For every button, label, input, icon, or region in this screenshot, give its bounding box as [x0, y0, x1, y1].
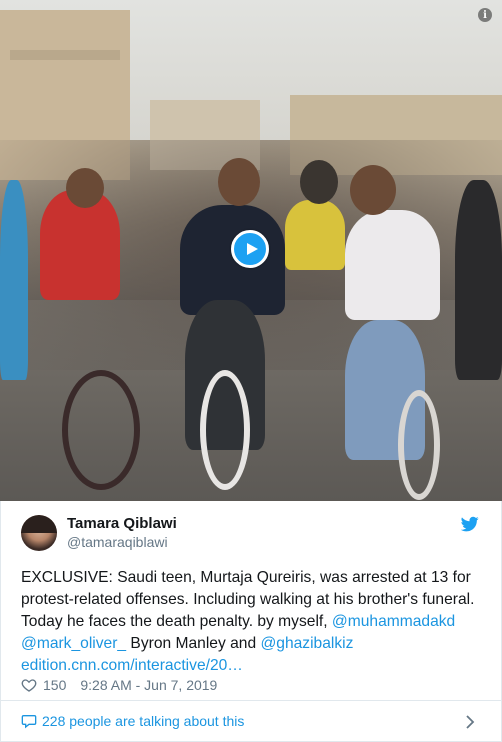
- author[interactable]: Tamara Qiblawi @tamaraqiblawi: [21, 514, 177, 551]
- bike-wheel: [398, 390, 440, 500]
- chevron-right-icon[interactable]: [465, 715, 475, 729]
- speech-bubble-icon: [21, 715, 37, 729]
- kid-right-edge: [455, 180, 502, 380]
- twitter-bird-icon[interactable]: [461, 515, 479, 533]
- heart-icon[interactable]: [21, 677, 37, 693]
- like-count[interactable]: 150: [43, 677, 66, 693]
- handle[interactable]: @tamaraqiblawi: [67, 533, 177, 551]
- tweet-body: Tamara Qiblawi @tamaraqiblawi EXCLUSIVE:…: [0, 501, 502, 701]
- display-name[interactable]: Tamara Qiblawi: [67, 514, 177, 533]
- kid-head: [218, 158, 260, 206]
- avatar-hair: [21, 514, 57, 533]
- bike-wheel: [62, 370, 140, 490]
- tweet-text-part: Byron Manley and: [126, 635, 261, 652]
- talking-about-link[interactable]: 228 people are talking about this: [42, 713, 244, 729]
- kid-head: [66, 168, 104, 208]
- tweet-video-thumbnail[interactable]: i: [0, 0, 502, 501]
- bike-wheel: [200, 370, 250, 490]
- play-icon: [246, 243, 258, 255]
- kid-yellow-shirt: [285, 200, 345, 270]
- kid-left-edge: [0, 180, 28, 380]
- avatar[interactable]: [21, 514, 57, 551]
- tweet-text: EXCLUSIVE: Saudi teen, Murtaja Qureiris,…: [21, 567, 481, 677]
- mention-ghazibalkiz[interactable]: @ghazibalkiz: [260, 635, 353, 652]
- mention-muhammadakd[interactable]: @muhammadakd: [332, 613, 455, 630]
- mention-mark-oliver[interactable]: @mark_oliver_: [21, 635, 126, 652]
- info-icon[interactable]: i: [478, 8, 492, 22]
- kid-head: [300, 160, 338, 204]
- kid-head: [350, 165, 396, 215]
- conversation-footer[interactable]: 228 people are talking about this: [0, 701, 502, 742]
- building-balcony: [10, 50, 120, 60]
- timestamp[interactable]: 9:28 AM - Jun 7, 2019: [80, 677, 217, 693]
- play-button[interactable]: [231, 230, 269, 268]
- tweet-link[interactable]: edition.cnn.com/interactive/20…: [21, 657, 243, 674]
- kid-white-shirt: [345, 210, 440, 320]
- author-names: Tamara Qiblawi @tamaraqiblawi: [67, 514, 177, 551]
- kid-dark-shirt: [180, 205, 285, 315]
- tweet-meta: 150 9:28 AM - Jun 7, 2019: [21, 677, 217, 693]
